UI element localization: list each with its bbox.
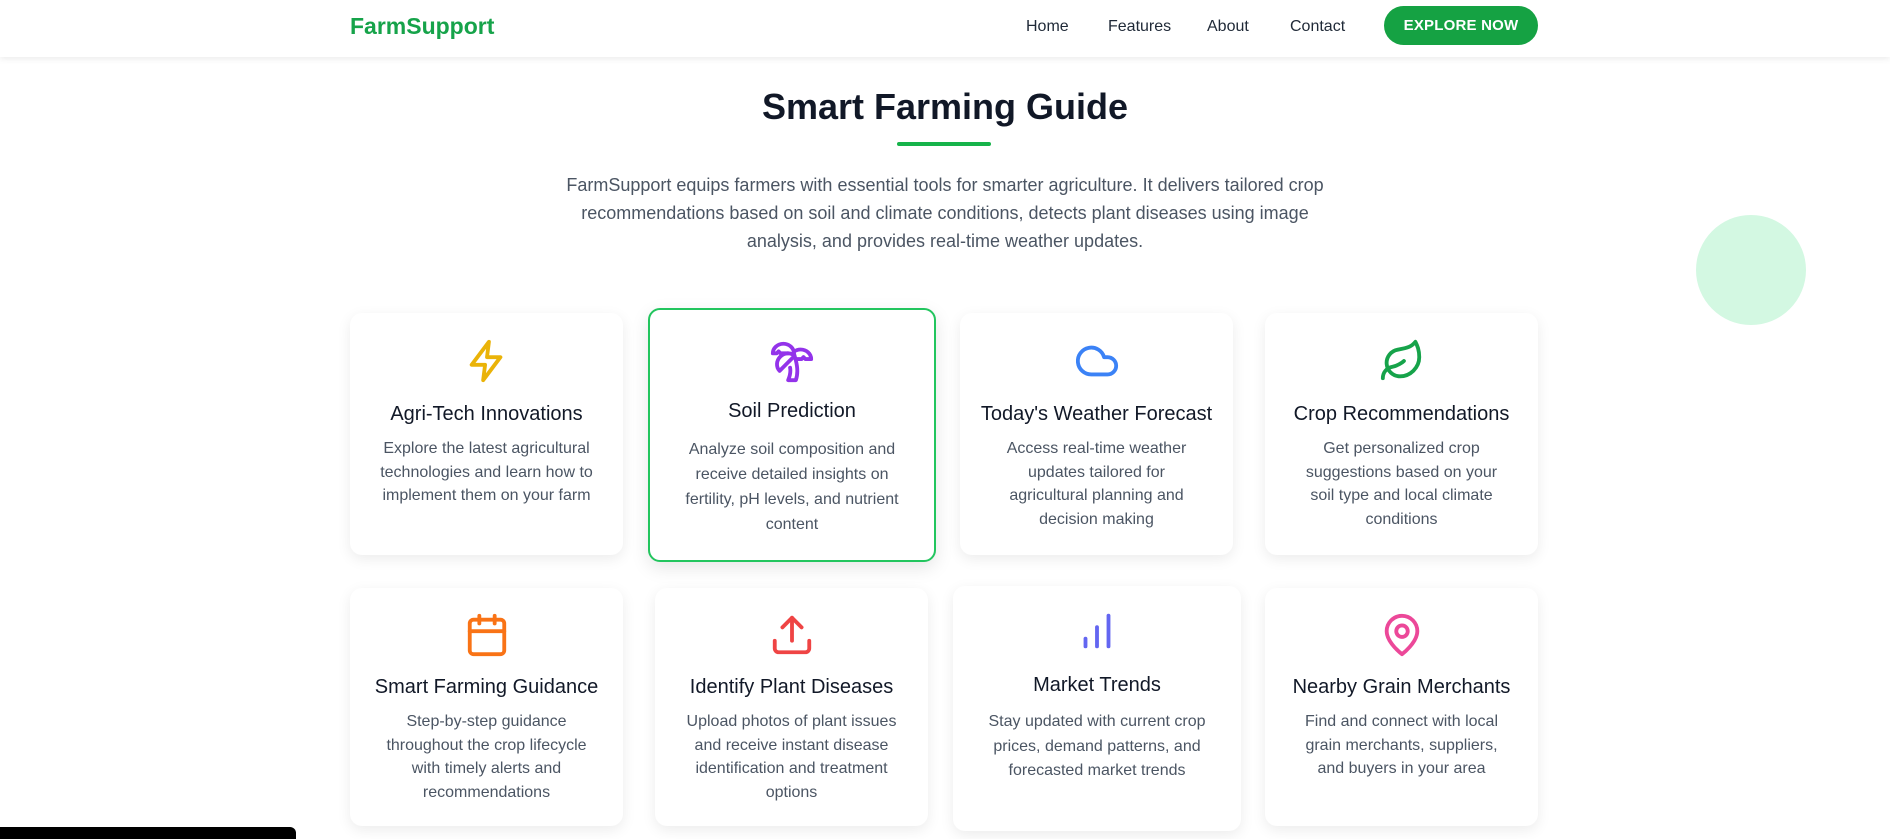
bottom-overlay-bar: [0, 827, 296, 839]
intro-paragraph: FarmSupport equips farmers with essentia…: [566, 175, 1324, 251]
card-description: Step-by-step guidance throughout the cro…: [386, 713, 587, 801]
card-description: Find and connect with local grain mercha…: [1305, 713, 1498, 777]
brand-logo[interactable]: FarmSupport: [350, 13, 494, 40]
upload-icon: [655, 612, 928, 660]
feature-card-crop-recommendations[interactable]: Crop Recommendations Get personalized cr…: [1265, 313, 1538, 555]
feature-card-agri-tech[interactable]: Agri-Tech Innovations Explore the latest…: [350, 313, 623, 555]
card-description: Analyze soil composition and receive det…: [685, 441, 899, 533]
card-title: Crop Recommendations: [1293, 403, 1510, 425]
card-title: Smart Farming Guidance: [374, 676, 599, 698]
card-description: Stay updated with current crop prices, d…: [988, 713, 1206, 779]
nav-features-link[interactable]: Features: [1108, 18, 1171, 36]
nav-home-link[interactable]: Home: [1026, 18, 1069, 36]
card-title: Today's Weather Forecast: [980, 403, 1213, 425]
feature-card-weather[interactable]: Today's Weather Forecast Access real-tim…: [960, 313, 1233, 555]
card-description: Access real-time weather updates tailore…: [1006, 440, 1187, 528]
explore-now-button[interactable]: EXPLORE NOW: [1384, 6, 1538, 45]
card-title: Identify Plant Diseases: [689, 676, 894, 698]
nav-about-link[interactable]: About: [1207, 18, 1249, 36]
card-title: Agri-Tech Innovations: [390, 403, 583, 425]
feature-card-soil-prediction[interactable]: Soil Prediction Analyze soil composition…: [648, 308, 936, 562]
title-underline: [897, 142, 991, 146]
page-title: Smart Farming Guide: [761, 86, 1129, 127]
navbar: FarmSupport Home Features About Contact …: [0, 0, 1890, 57]
card-title: Soil Prediction: [728, 400, 856, 422]
map-pin-icon: [1265, 612, 1538, 660]
lightning-icon: [350, 338, 623, 386]
calendar-icon: [350, 612, 623, 660]
card-title: Nearby Grain Merchants: [1292, 676, 1511, 698]
bar-chart-icon: [953, 608, 1241, 656]
feature-card-grain-merchants[interactable]: Nearby Grain Merchants Find and connect …: [1265, 588, 1538, 826]
feature-card-plant-diseases[interactable]: Identify Plant Diseases Upload photos of…: [655, 588, 928, 826]
leaf-icon: [1265, 338, 1538, 386]
feature-card-smart-guidance[interactable]: Smart Farming Guidance Step-by-step guid…: [350, 588, 623, 826]
card-title: Market Trends: [1033, 674, 1161, 696]
feature-card-market-trends[interactable]: Market Trends Stay updated with current …: [953, 586, 1241, 831]
nav-contact-link[interactable]: Contact: [1290, 18, 1345, 36]
card-description: Get personalized crop suggestions based …: [1305, 440, 1498, 528]
palm-tree-icon: [650, 338, 934, 386]
card-description: Upload photos of plant issues and receiv…: [686, 713, 897, 801]
card-description: Explore the latest agricultural technolo…: [380, 440, 593, 504]
decorative-circle: [1696, 215, 1806, 325]
cloud-icon: [960, 338, 1233, 386]
